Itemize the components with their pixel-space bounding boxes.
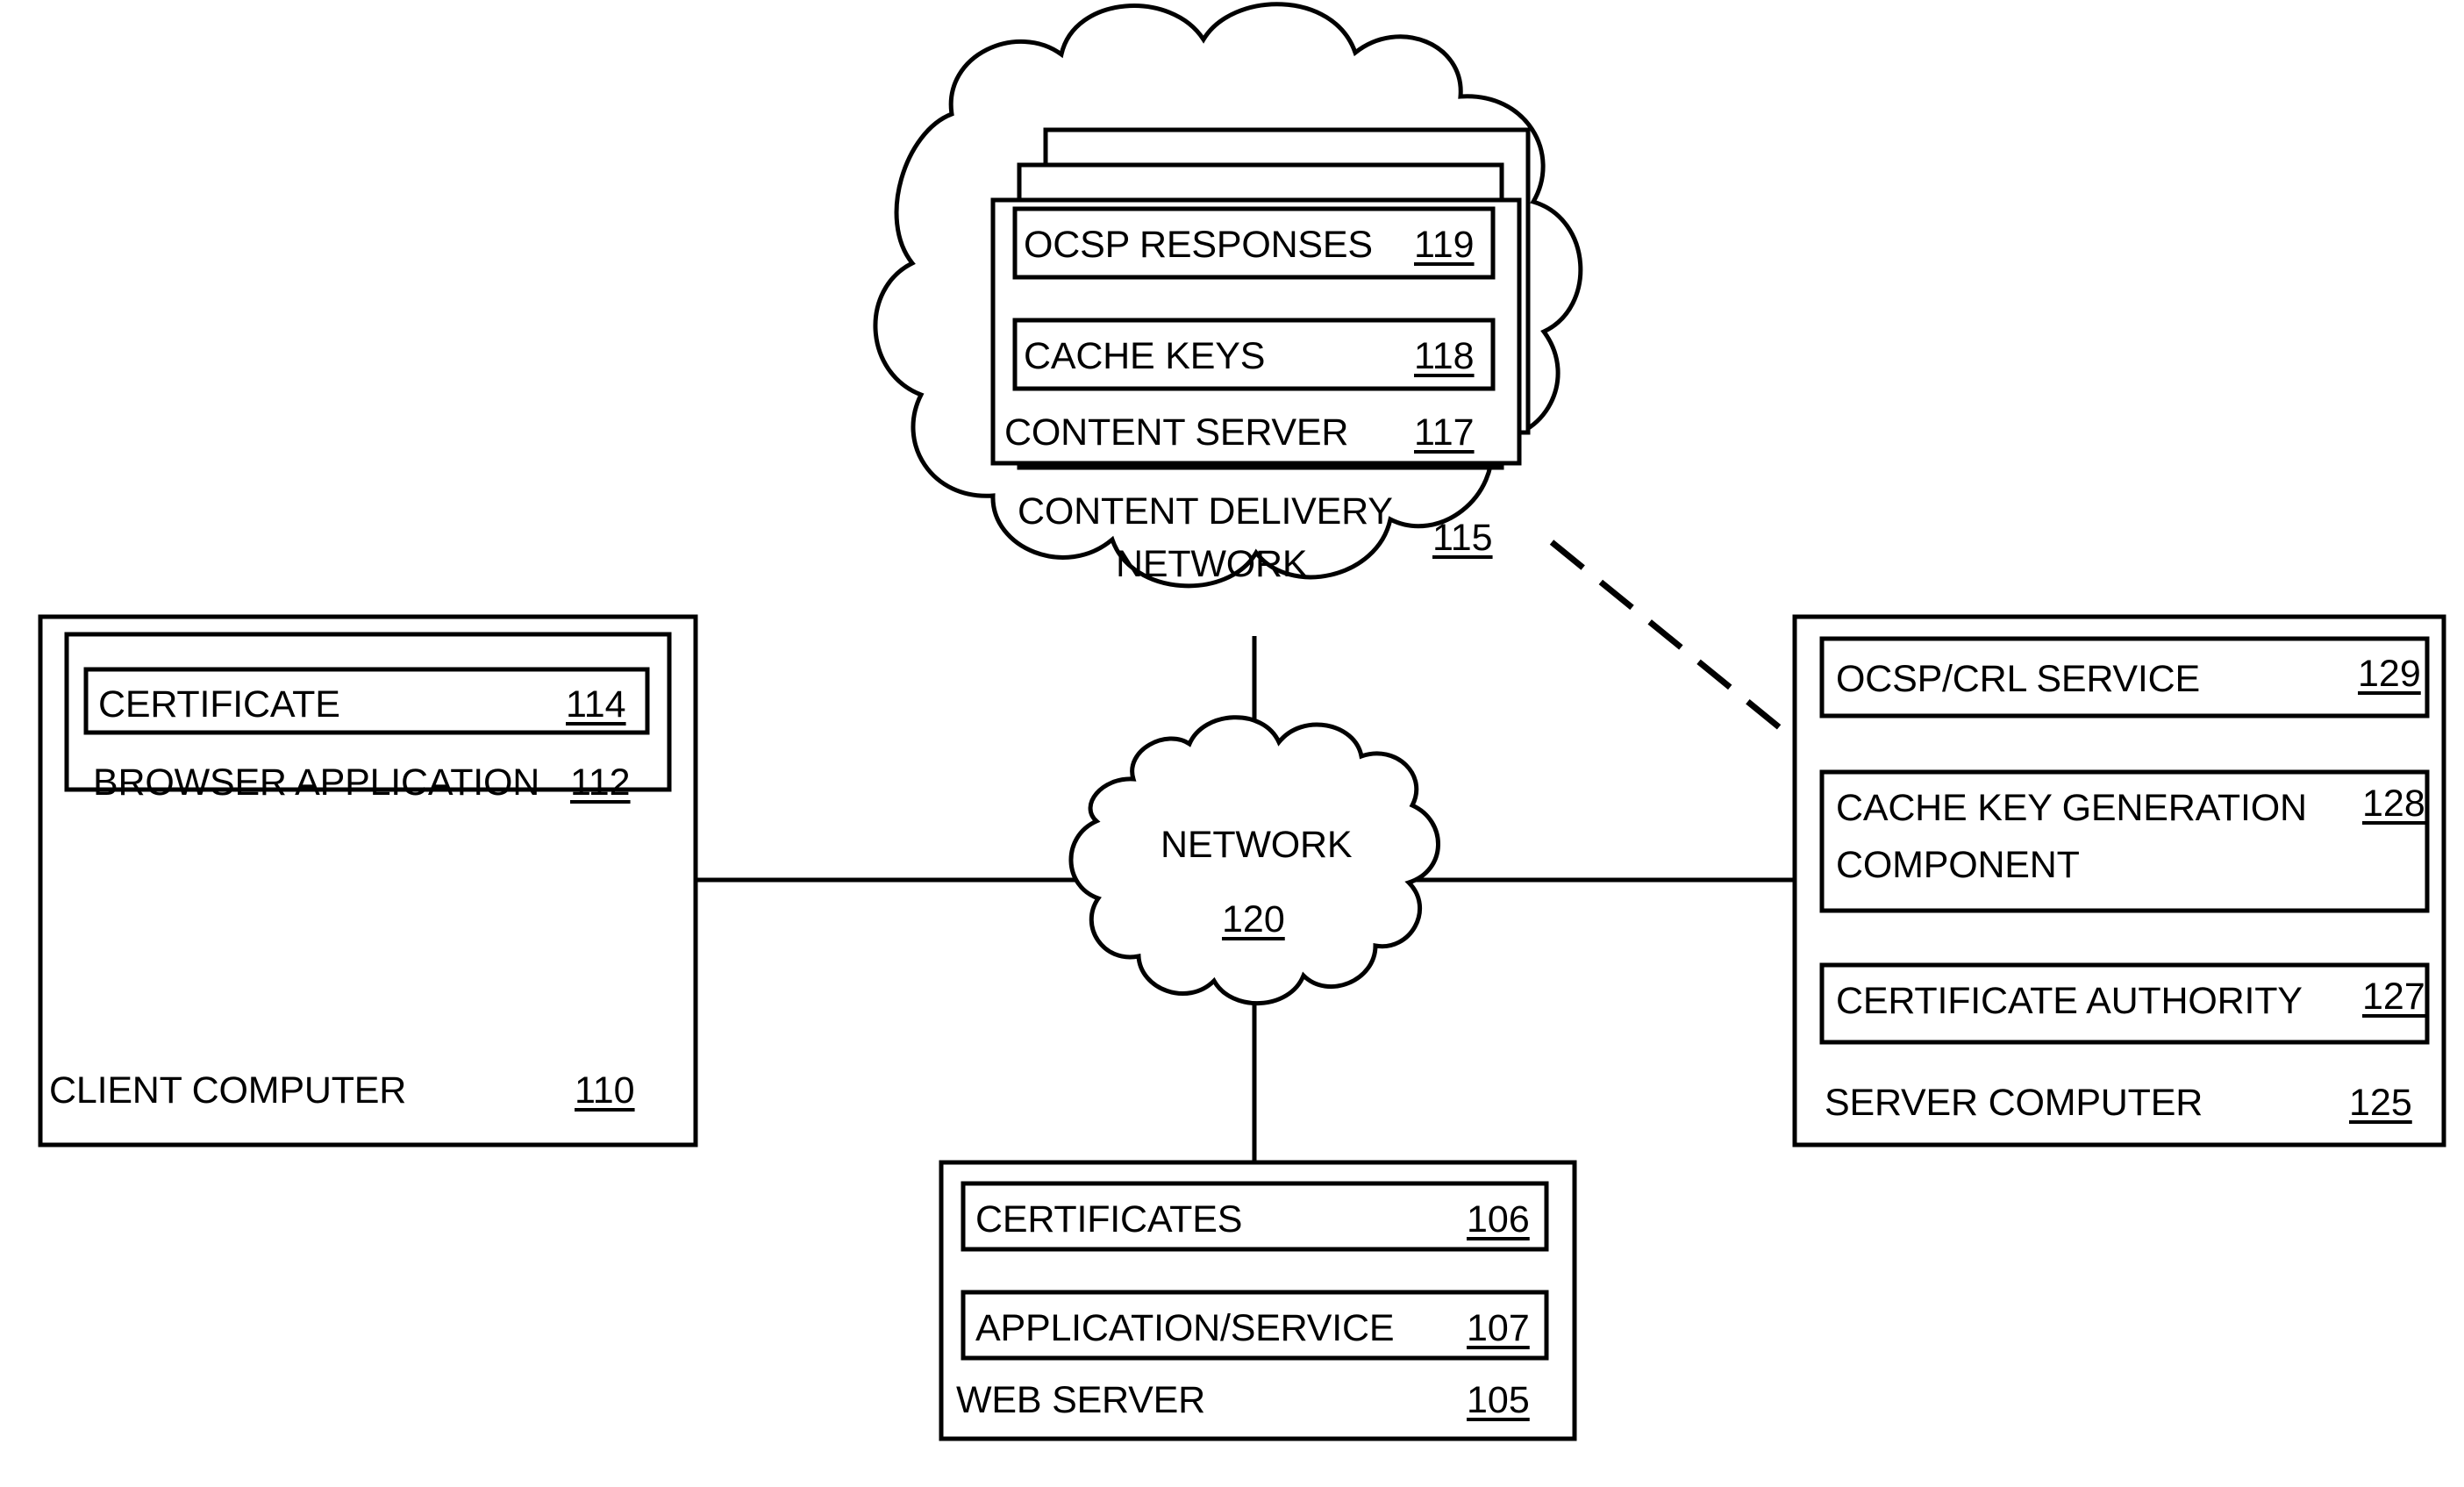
application-service-ref: 107 bbox=[1467, 1307, 1530, 1349]
certificate-authority-ref: 127 bbox=[2362, 976, 2425, 1018]
application-service-label: APPLICATION/SERVICE bbox=[975, 1307, 1395, 1349]
network-label: NETWORK bbox=[1161, 824, 1353, 866]
server-computer-label: SERVER COMPUTER bbox=[1825, 1082, 2203, 1124]
cache-keys-label: CACHE KEYS bbox=[1024, 335, 1266, 377]
connector-cdn-to-server-dashed bbox=[1549, 540, 1799, 744]
content-server-ref: 117 bbox=[1414, 411, 1475, 454]
ocsp-crl-service-ref: 129 bbox=[2358, 653, 2421, 695]
web-server-ref: 105 bbox=[1467, 1379, 1530, 1421]
cdn-title-line2: NETWORK bbox=[1116, 543, 1308, 585]
web-server-label: WEB SERVER bbox=[956, 1379, 1205, 1421]
cdn-title-line1: CONTENT DELIVERY bbox=[1018, 490, 1393, 533]
ocsp-responses-ref: 119 bbox=[1414, 224, 1475, 266]
browser-application-ref: 112 bbox=[570, 761, 631, 804]
ocsp-crl-service-label: OCSP/CRL SERVICE bbox=[1836, 658, 2200, 700]
server-computer-ref: 125 bbox=[2349, 1082, 2412, 1124]
cache-key-generation-label-line2: COMPONENT bbox=[1836, 844, 2080, 886]
cdn-ref: 115 bbox=[1432, 517, 1493, 559]
client-computer-ref: 110 bbox=[575, 1069, 635, 1112]
ocsp-responses-label: OCSP RESPONSES bbox=[1024, 224, 1373, 266]
client-computer-label: CLIENT COMPUTER bbox=[49, 1069, 407, 1112]
certificate-ref: 114 bbox=[566, 683, 626, 726]
certificate-label: CERTIFICATE bbox=[98, 683, 340, 726]
certificates-ref: 106 bbox=[1467, 1198, 1530, 1240]
cache-key-generation-label-line1: CACHE KEY GENERATION bbox=[1836, 787, 2307, 829]
patent-figure: OCSP RESPONSES 119 CACHE KEYS 118 CONTEN… bbox=[0, 0, 2464, 1487]
content-server-label: CONTENT SERVER bbox=[1004, 411, 1349, 454]
certificates-label: CERTIFICATES bbox=[975, 1198, 1243, 1240]
browser-application-label: BROWSER APPLICATION bbox=[93, 761, 540, 804]
certificate-authority-label: CERTIFICATE AUTHORITY bbox=[1836, 980, 2303, 1022]
cache-keys-ref: 118 bbox=[1414, 335, 1475, 377]
network-ref: 120 bbox=[1222, 898, 1285, 940]
cache-key-generation-ref: 128 bbox=[2362, 783, 2425, 825]
